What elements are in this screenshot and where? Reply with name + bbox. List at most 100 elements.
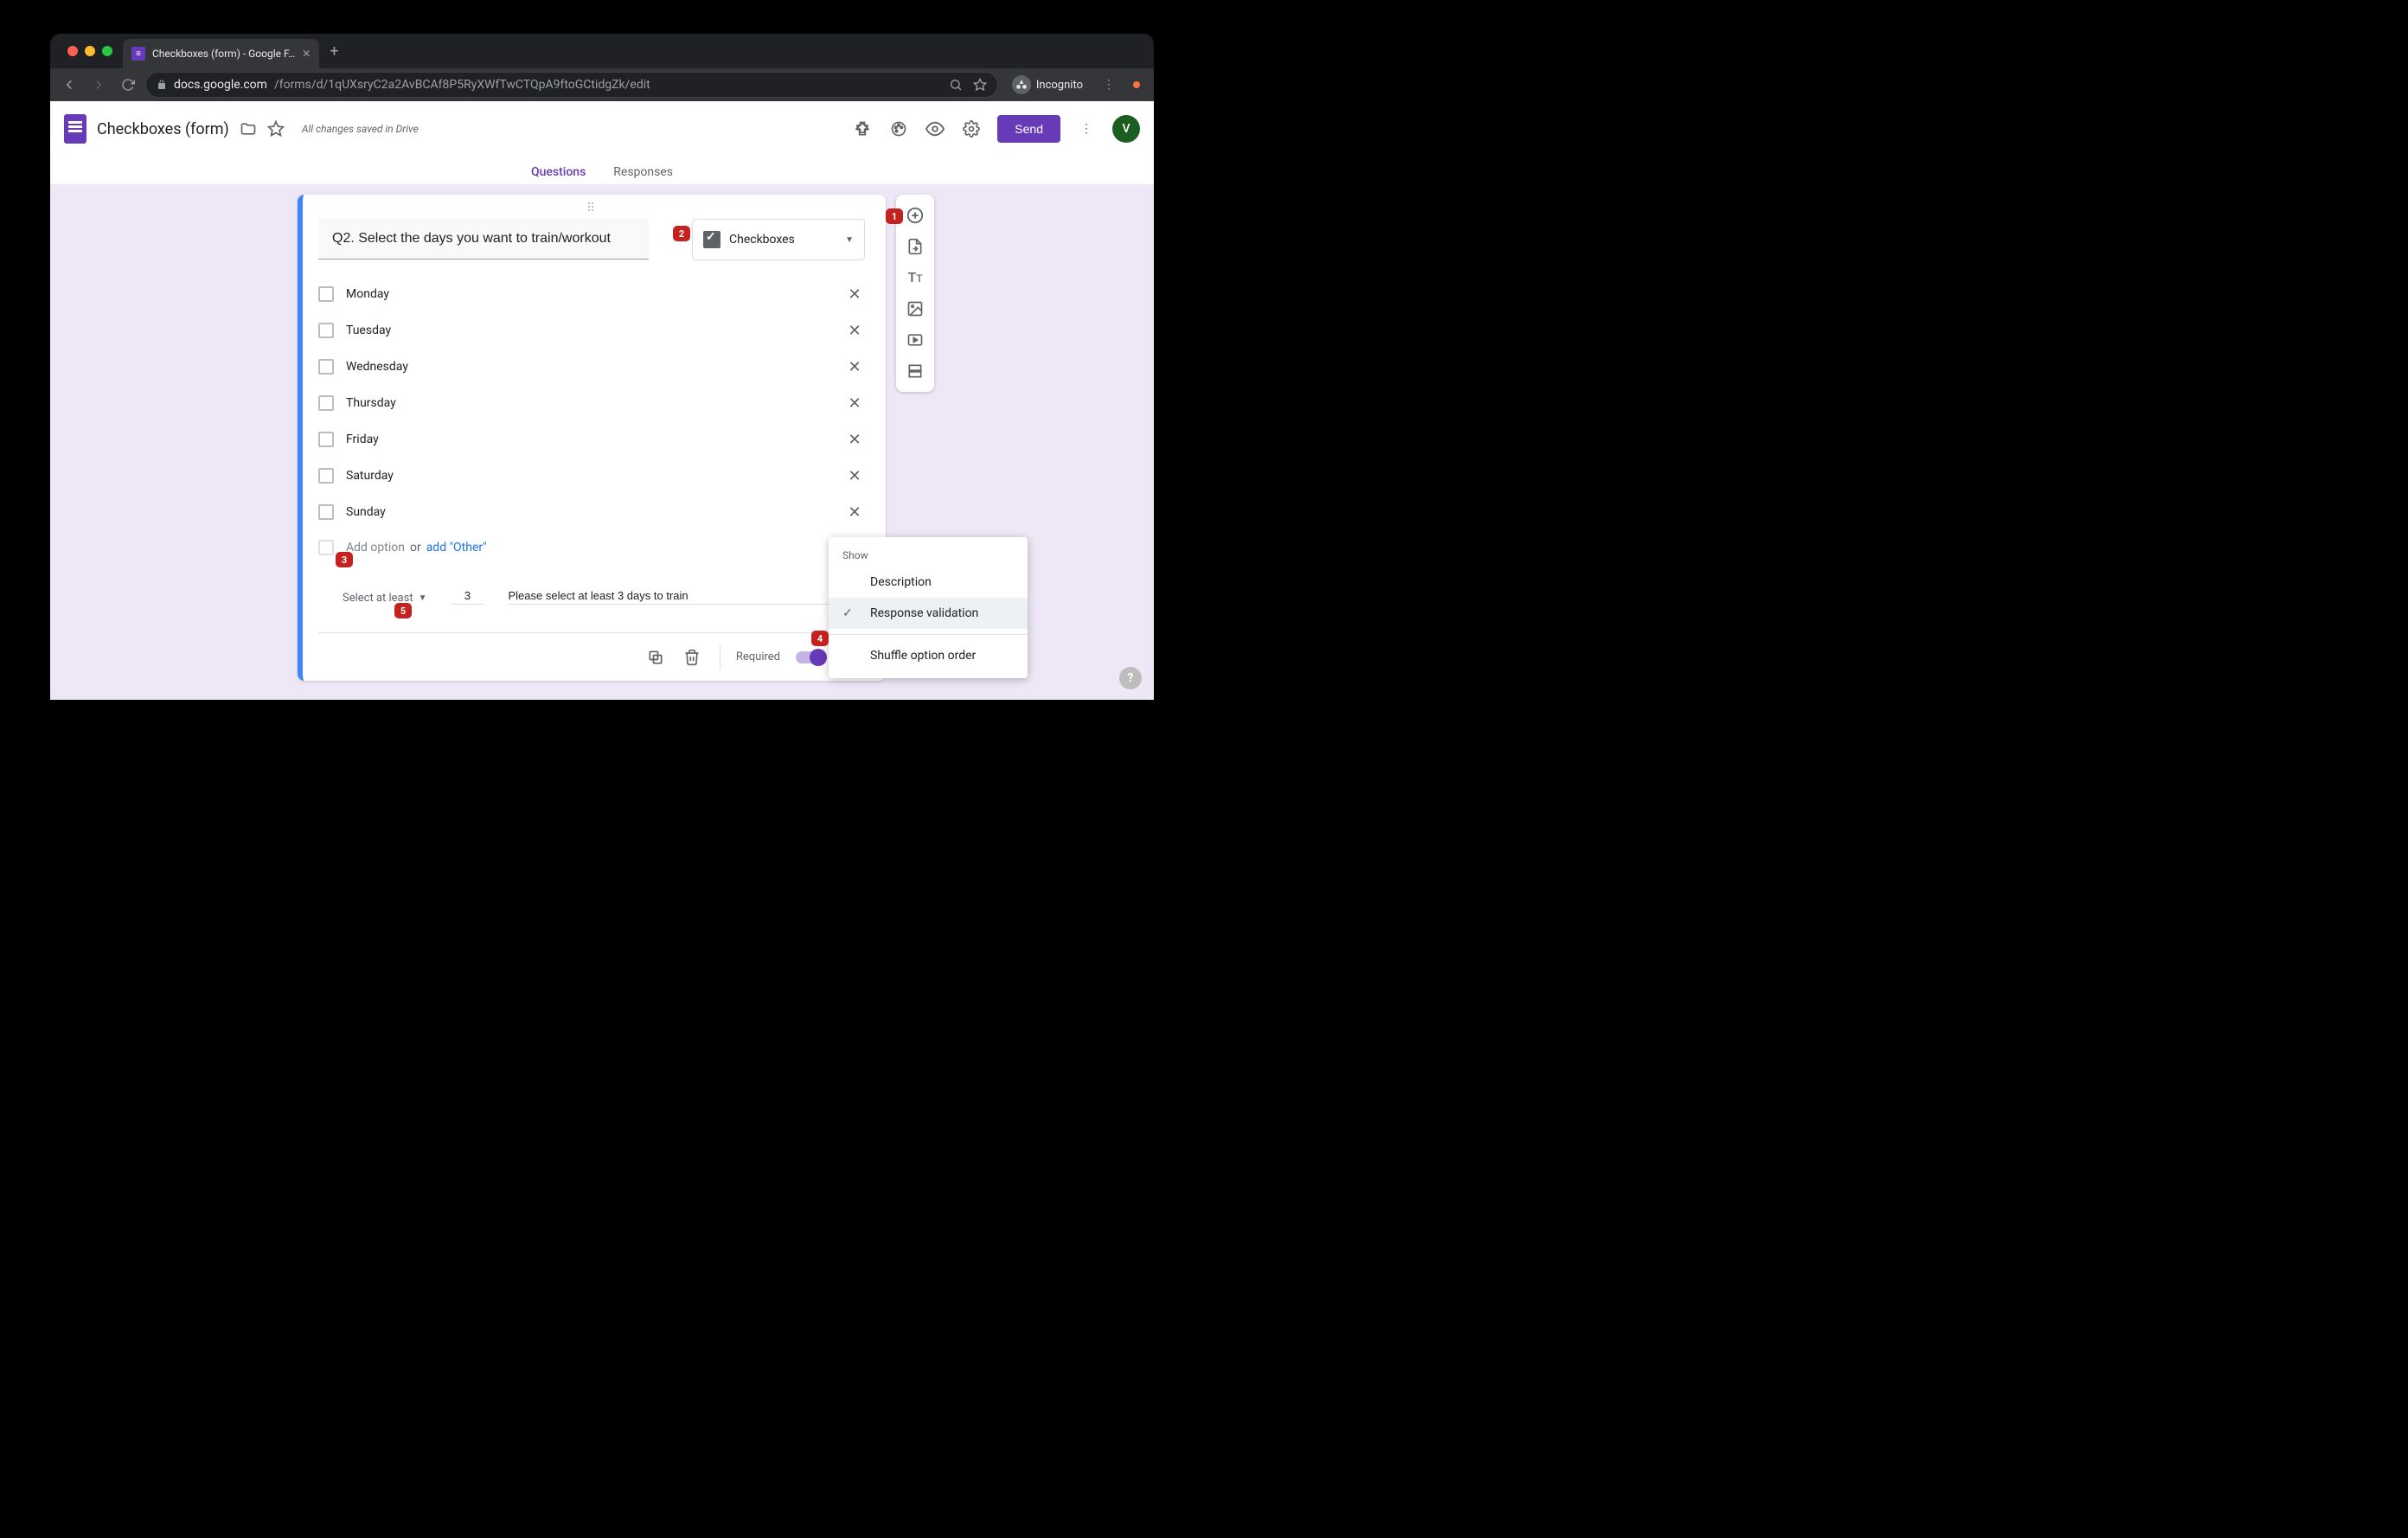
theme-button[interactable] bbox=[888, 119, 909, 139]
checkbox-icon bbox=[318, 432, 334, 447]
reload-button[interactable] bbox=[116, 73, 140, 97]
menu-item-shuffle[interactable]: Shuffle option order bbox=[829, 640, 1028, 671]
move-to-folder-button[interactable] bbox=[240, 120, 257, 138]
add-section-button[interactable] bbox=[900, 356, 931, 387]
annotation-badge-1: 1 bbox=[886, 208, 903, 224]
options-list: Monday✕Tuesday✕Wednesday✕Thursday✕Friday… bbox=[318, 276, 865, 530]
option-row[interactable]: Monday ✕ bbox=[318, 276, 865, 312]
drag-handle-icon[interactable]: ⠿ bbox=[318, 202, 865, 215]
option-label[interactable]: Friday bbox=[346, 433, 832, 446]
option-row[interactable]: Wednesday ✕ bbox=[318, 349, 865, 385]
help-button[interactable]: ? bbox=[1119, 667, 1142, 689]
validation-message-input[interactable] bbox=[509, 587, 866, 605]
preview-button[interactable] bbox=[925, 119, 945, 139]
import-questions-button[interactable] bbox=[900, 231, 931, 262]
delete-button[interactable] bbox=[683, 649, 704, 666]
checkbox-placeholder-icon bbox=[318, 540, 334, 555]
addons-button[interactable] bbox=[852, 119, 873, 139]
checkbox-icon bbox=[318, 359, 334, 375]
back-button[interactable] bbox=[57, 73, 81, 97]
option-row[interactable]: Thursday ✕ bbox=[318, 385, 865, 421]
close-tab-icon[interactable]: ✕ bbox=[302, 48, 311, 60]
add-other-button[interactable]: add "Other" bbox=[426, 541, 487, 554]
add-title-button[interactable]: Tᴛ bbox=[900, 262, 931, 293]
validation-mode-select[interactable]: Select at least ▼ bbox=[343, 592, 427, 605]
option-label[interactable]: Saturday bbox=[346, 469, 832, 483]
option-label[interactable]: Wednesday bbox=[346, 360, 832, 374]
more-button[interactable]: ⋮ bbox=[1076, 119, 1097, 139]
or-label: or bbox=[410, 541, 421, 554]
new-tab-button[interactable]: + bbox=[319, 42, 349, 61]
remove-option-button[interactable]: ✕ bbox=[844, 503, 865, 522]
annotation-badge-2: 2 bbox=[673, 226, 690, 241]
browser-tab-strip: ≡ Checkboxes (form) - Google F… ✕ + bbox=[50, 34, 1154, 68]
search-icon[interactable] bbox=[949, 78, 963, 92]
chevron-down-icon: ▼ bbox=[845, 235, 854, 245]
validation-number-input[interactable] bbox=[452, 587, 484, 605]
annotation-badge-3: 3 bbox=[336, 552, 353, 567]
browser-tab[interactable]: ≡ Checkboxes (form) - Google F… ✕ bbox=[123, 39, 319, 68]
window-controls bbox=[57, 34, 123, 68]
question-type-select[interactable]: Checkboxes ▼ bbox=[692, 219, 865, 260]
add-option-button[interactable]: Add option bbox=[346, 541, 405, 554]
forward-button[interactable] bbox=[86, 73, 111, 97]
option-row[interactable]: Sunday ✕ bbox=[318, 494, 865, 530]
add-question-button[interactable] bbox=[900, 200, 931, 231]
option-label[interactable]: Tuesday bbox=[346, 324, 832, 337]
incognito-indicator[interactable]: Incognito bbox=[1003, 75, 1092, 94]
star-button[interactable] bbox=[267, 120, 285, 138]
browser-toolbar: docs.google.com/forms/d/1qUXsryC2a2AvBCA… bbox=[50, 68, 1154, 101]
add-option-row: Add option or add "Other" bbox=[318, 530, 865, 565]
close-window-icon[interactable] bbox=[67, 46, 78, 56]
option-row[interactable]: Saturday ✕ bbox=[318, 458, 865, 494]
minimize-window-icon[interactable] bbox=[85, 46, 95, 56]
browser-menu-button[interactable]: ⋮ bbox=[1097, 73, 1121, 97]
save-status: All changes saved in Drive bbox=[302, 123, 419, 135]
option-row[interactable]: Tuesday ✕ bbox=[318, 312, 865, 349]
remove-option-button[interactable]: ✕ bbox=[844, 358, 865, 376]
question-card[interactable]: ⠿ Checkboxes ▼ Monday ✕ Tuesday ✕ Wednesday ✕… bbox=[298, 195, 886, 681]
app-header: Checkboxes (form) All changes saved in D… bbox=[50, 101, 1154, 157]
add-video-button[interactable] bbox=[900, 324, 931, 356]
annotation-badge-5: 5 bbox=[394, 603, 412, 618]
option-label[interactable]: Sunday bbox=[346, 505, 832, 519]
checkbox-icon bbox=[318, 504, 334, 520]
form-canvas: ⠿ Checkboxes ▼ Monday ✕ Tuesday ✕ Wednesday ✕… bbox=[50, 184, 1154, 700]
option-label[interactable]: Monday bbox=[346, 287, 832, 301]
remove-option-button[interactable]: ✕ bbox=[844, 285, 865, 304]
bookmark-star-icon[interactable] bbox=[973, 78, 987, 92]
checkbox-icon bbox=[318, 395, 334, 411]
form-title[interactable]: Checkboxes (form) bbox=[97, 120, 229, 138]
maximize-window-icon[interactable] bbox=[102, 46, 112, 56]
menu-section-header: Show bbox=[829, 544, 1028, 567]
menu-divider bbox=[829, 634, 1028, 635]
menu-item-description[interactable]: Description bbox=[829, 567, 1028, 598]
tab-title: Checkboxes (form) - Google F… bbox=[152, 48, 295, 60]
forms-favicon-icon: ≡ bbox=[131, 47, 145, 61]
required-toggle[interactable] bbox=[796, 651, 825, 663]
lock-icon bbox=[157, 80, 167, 90]
address-bar[interactable]: docs.google.com/forms/d/1qUXsryC2a2AvBCA… bbox=[145, 72, 998, 98]
url-host: docs.google.com bbox=[174, 78, 267, 92]
checkbox-icon bbox=[318, 286, 334, 302]
add-image-button[interactable] bbox=[900, 293, 931, 324]
checkbox-icon bbox=[703, 231, 720, 248]
send-button[interactable]: Send bbox=[997, 115, 1060, 143]
remove-option-button[interactable]: ✕ bbox=[844, 467, 865, 485]
settings-button[interactable] bbox=[961, 119, 982, 139]
remove-option-button[interactable]: ✕ bbox=[844, 394, 865, 413]
incognito-icon bbox=[1012, 75, 1031, 94]
option-label[interactable]: Thursday bbox=[346, 396, 832, 410]
menu-item-response-validation[interactable]: Response validation bbox=[829, 598, 1028, 629]
duplicate-button[interactable] bbox=[647, 649, 668, 666]
option-row[interactable]: Friday ✕ bbox=[318, 421, 865, 458]
question-overflow-menu: Show Description Response validation Shu… bbox=[829, 537, 1028, 678]
remove-option-button[interactable]: ✕ bbox=[844, 322, 865, 340]
annotation-badge-4: 4 bbox=[811, 631, 829, 646]
incognito-label: Incognito bbox=[1036, 79, 1083, 92]
question-title-input[interactable] bbox=[318, 219, 649, 260]
question-footer: Required ⋮ bbox=[318, 632, 865, 681]
remove-option-button[interactable]: ✕ bbox=[844, 431, 865, 449]
forms-logo-icon[interactable] bbox=[64, 114, 86, 144]
avatar[interactable]: V bbox=[1112, 115, 1140, 143]
